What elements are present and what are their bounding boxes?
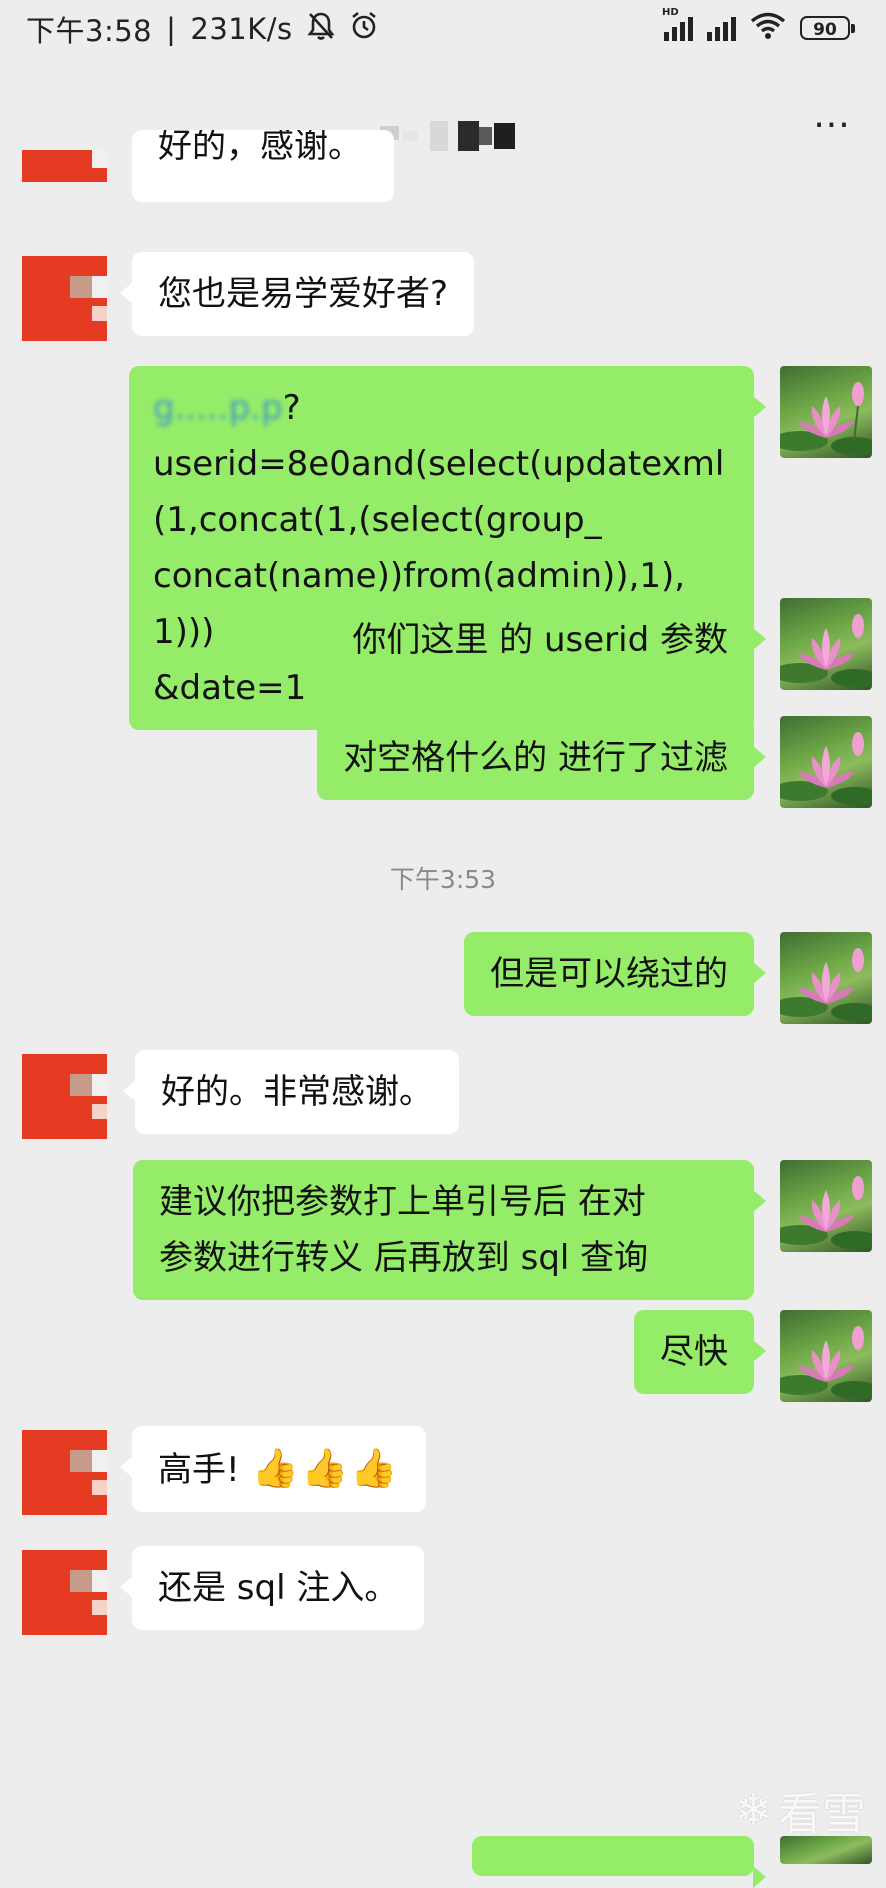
message-text: 你们这里 的 userid 参数: [352, 620, 728, 660]
message-text: 但是可以绕过的: [490, 954, 728, 994]
time-separator: 下午3:53: [389, 865, 497, 894]
avatar-left[interactable]: [22, 1430, 107, 1515]
avatar-left[interactable]: [22, 150, 107, 182]
more-options-icon[interactable]: ···: [810, 108, 854, 144]
alarm-clock-icon: [349, 11, 379, 48]
wifi-icon: [750, 12, 786, 44]
message-bubble-received[interactable]: 还是 sql 注入。: [119, 1546, 425, 1630]
message-text: 好的。非常感谢。: [161, 1072, 433, 1112]
message-bubble-received[interactable]: 好的。非常感谢。: [123, 1050, 459, 1134]
status-time: 下午3:58: [26, 14, 153, 48]
message-bubble-sent[interactable]: 但是可以绕过的: [464, 932, 766, 1016]
message-text-line: 建议你把参数打上单引号后 在对: [159, 1182, 646, 1222]
message-bubble-received[interactable]: 好的，感谢。: [132, 130, 394, 202]
lotus-avatar-icon: [780, 382, 872, 455]
message-text: 高手!: [158, 1450, 240, 1490]
status-left: 下午3:58 | 231K/s: [26, 8, 379, 50]
avatar-left[interactable]: [22, 1054, 107, 1139]
avatar-right[interactable]: [780, 1160, 872, 1252]
message-url-line: g.....p.p?: [153, 380, 730, 436]
avatar-right[interactable]: [780, 932, 872, 1024]
avatar-right[interactable]: [780, 716, 872, 808]
message-text-line: userid=8e0and(select(updatexml: [153, 444, 725, 484]
blurred-url: g.....p.p: [153, 388, 283, 428]
message-bubble-sent[interactable]: 尽快: [634, 1310, 766, 1394]
message-text: 您也是易学爱好者?: [158, 274, 449, 314]
message-bubble-sent[interactable]: 建议你把参数打上单引号后 在对 参数进行转义 后再放到 sql 查询: [133, 1160, 766, 1300]
signal-icon: [707, 15, 736, 41]
lotus-avatar-icon: [780, 614, 872, 687]
battery-icon: 90: [800, 16, 855, 40]
network-speed: 231K/s: [190, 12, 293, 46]
lotus-avatar-icon: [780, 1176, 872, 1249]
message-text: 还是 sql 注入。: [158, 1568, 399, 1608]
avatar-left[interactable]: [22, 1550, 107, 1635]
avatar-right[interactable]: [780, 598, 872, 690]
lotus-avatar-icon: [780, 732, 872, 805]
watermark: ❄ 看雪: [735, 1778, 866, 1842]
lotus-avatar-icon: [780, 948, 872, 1021]
status-bar: 下午3:58 | 231K/s HD 90: [0, 0, 886, 56]
mute-bell-icon: [307, 11, 335, 48]
thumbs-up-emoji: 👍👍👍: [251, 1446, 400, 1490]
avatar-right[interactable]: [780, 1310, 872, 1402]
chat-title-masked: [380, 118, 515, 154]
message-bubble-received[interactable]: 您也是易学爱好者?: [119, 252, 475, 336]
hd-signal-icon: HD: [662, 7, 693, 41]
message-bubble-sent-partial[interactable]: [472, 1836, 766, 1888]
message-text: 尽快: [660, 1332, 728, 1372]
battery-level: 90: [813, 20, 837, 40]
message-text-line: 参数进行转义 后再放到 sql 查询: [159, 1238, 649, 1278]
avatar-right[interactable]: [780, 366, 872, 458]
watermark-text: 看雪: [778, 1789, 866, 1840]
status-right: HD 90: [662, 7, 855, 44]
message-text: 对空格什么的 进行了过滤: [343, 738, 728, 778]
message-text-line: ?: [282, 388, 301, 428]
message-bubble-sent[interactable]: 对空格什么的 进行了过滤: [317, 716, 766, 800]
hd-label: HD: [662, 7, 679, 18]
message-text: 好的，感谢。: [158, 130, 362, 166]
message-bubble-received[interactable]: 高手! 👍👍👍: [120, 1426, 426, 1512]
lotus-avatar-icon: [780, 1326, 872, 1399]
message-text-line: (1,concat(1,(select(group_: [153, 500, 602, 540]
snowflake-icon: ❄: [735, 1784, 772, 1836]
message-bubble-sent[interactable]: 你们这里 的 userid 参数: [326, 598, 766, 682]
avatar-left[interactable]: [22, 256, 107, 341]
status-divider: |: [166, 12, 177, 46]
message-list[interactable]: 好的，感谢。 您也是易学爱好者? g.....p.p? userid=8e0an…: [0, 130, 886, 1888]
